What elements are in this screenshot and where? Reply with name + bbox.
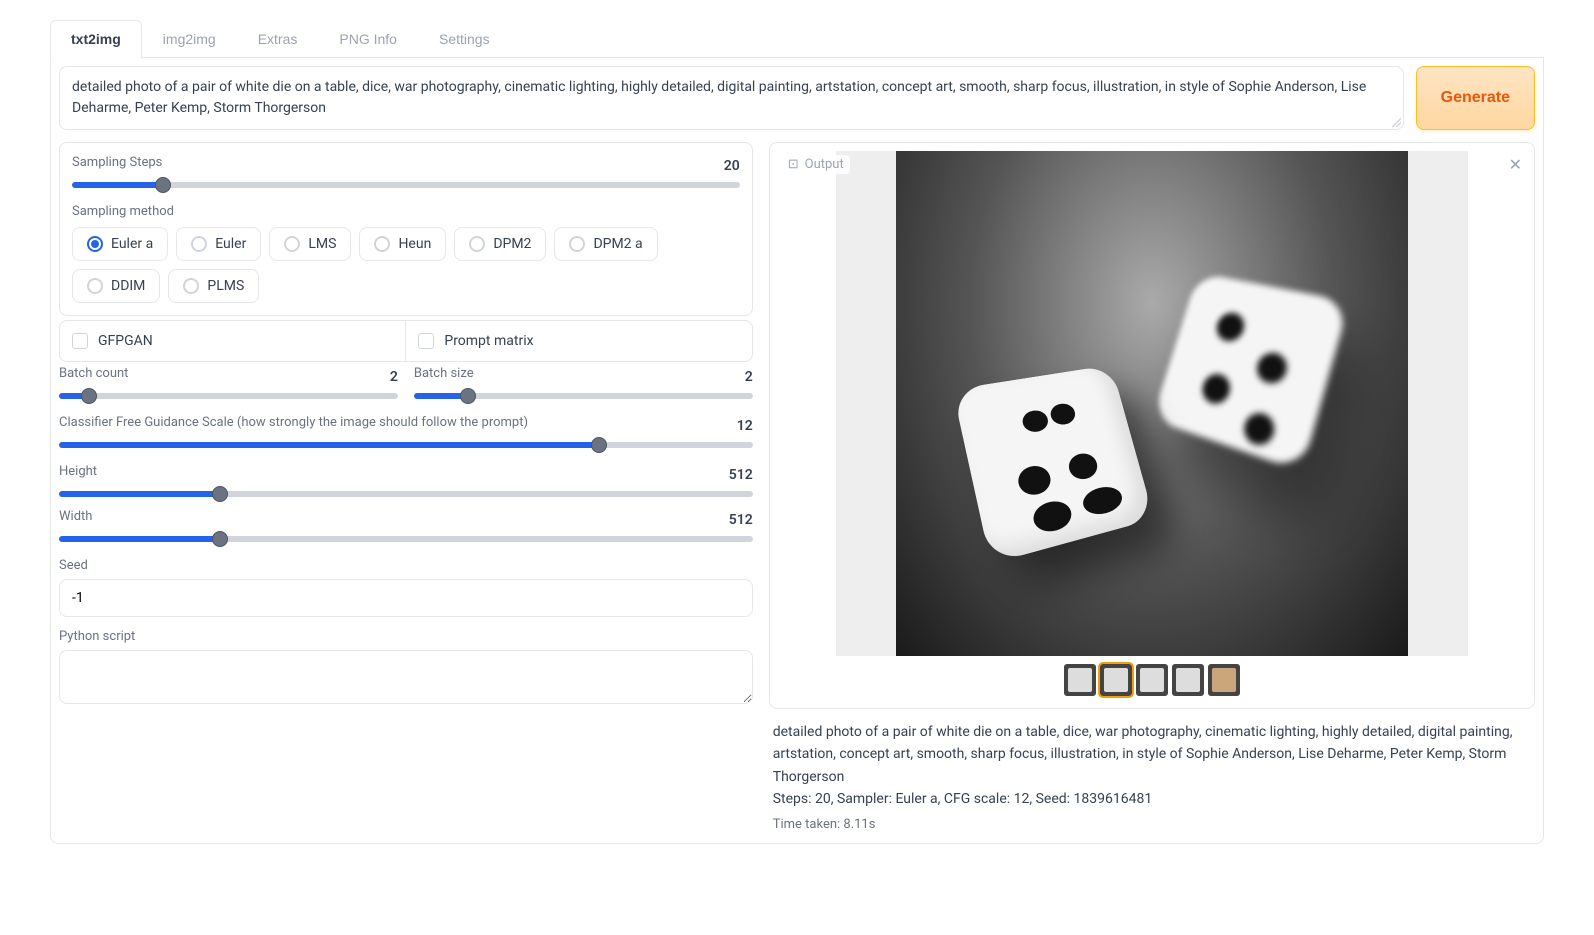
checkbox-label: Prompt matrix — [444, 333, 533, 349]
sampling-group: Sampling Steps 20 Sampling method Euler … — [59, 142, 753, 316]
radio-euler[interactable]: Euler — [176, 227, 261, 261]
main-container: detailed photo of a pair of white die on… — [50, 58, 1544, 844]
output-box: ⊡ Output ✕ — [769, 142, 1535, 709]
batch-size-value: 2 — [745, 369, 753, 385]
checkboxes-group: GFPGAN Prompt matrix — [59, 320, 753, 362]
thumbnail-4[interactable] — [1172, 664, 1204, 696]
thumbnail-2[interactable] — [1100, 664, 1132, 696]
sampling-steps-value: 20 — [724, 158, 740, 174]
radio-label: Heun — [398, 236, 431, 252]
seed-input[interactable] — [59, 579, 753, 617]
sampling-method-label: Sampling method — [72, 204, 740, 219]
height-group: Height 512 — [59, 464, 753, 501]
batch-count-label: Batch count — [59, 366, 128, 381]
radio-icon — [87, 278, 103, 294]
radio-icon — [87, 236, 103, 252]
image-icon: ⊡ — [788, 157, 799, 172]
python-script-label: Python script — [59, 629, 753, 644]
dice-icon — [952, 365, 1154, 564]
thumbnail-3[interactable] — [1136, 664, 1168, 696]
tab-bar: txt2img img2img Extras PNG Info Settings — [50, 20, 1544, 58]
radio-label: PLMS — [207, 278, 244, 294]
sampling-steps-slider[interactable] — [72, 182, 740, 188]
python-script-group: Python script — [59, 629, 753, 708]
tab-png-info[interactable]: PNG Info — [318, 20, 418, 57]
batch-count-slider[interactable] — [59, 393, 398, 399]
thumbnail-5[interactable] — [1208, 664, 1240, 696]
width-slider[interactable] — [59, 536, 753, 542]
batch-size-slider[interactable] — [414, 393, 753, 399]
radio-dpm2a[interactable]: DPM2 a — [554, 227, 657, 261]
tab-txt2img[interactable]: txt2img — [50, 20, 142, 58]
batch-row: Batch count 2 Batch size 2 — [59, 366, 753, 403]
radio-dpm2[interactable]: DPM2 — [454, 227, 546, 261]
radio-icon — [569, 236, 585, 252]
radio-label: DPM2 — [493, 236, 531, 252]
output-panel: ⊡ Output ✕ — [769, 142, 1535, 835]
width-value: 512 — [729, 512, 753, 528]
thumbnail-1[interactable] — [1064, 664, 1096, 696]
cfg-value: 12 — [737, 418, 753, 434]
tab-img2img[interactable]: img2img — [142, 20, 237, 57]
cfg-label: Classifier Free Guidance Scale (how stro… — [59, 415, 528, 430]
sampling-method-radios: Euler a Euler LMS Heun DPM2 DPM2 a DDIM … — [72, 227, 740, 303]
cfg-slider[interactable] — [59, 442, 753, 448]
checkbox-label: GFPGAN — [98, 333, 153, 349]
prompt-input[interactable]: detailed photo of a pair of white die on… — [59, 66, 1404, 130]
output-time: Time taken: 8.11s — [773, 815, 1531, 836]
radio-icon — [191, 236, 207, 252]
width-label: Width — [59, 509, 92, 524]
radio-icon — [469, 236, 485, 252]
radio-label: LMS — [308, 236, 336, 252]
width-group: Width 512 — [59, 509, 753, 546]
radio-icon — [374, 236, 390, 252]
output-params: Steps: 20, Sampler: Euler a, CFG scale: … — [773, 788, 1531, 810]
radio-heun[interactable]: Heun — [359, 227, 446, 261]
cfg-group: Classifier Free Guidance Scale (how stro… — [59, 415, 753, 452]
radio-label: Euler — [215, 236, 246, 252]
radio-icon — [284, 236, 300, 252]
output-thumbnails — [1064, 664, 1240, 700]
output-prompt-echo: detailed photo of a pair of white die on… — [773, 721, 1531, 788]
radio-label: Euler a — [111, 236, 153, 252]
radio-lms[interactable]: LMS — [269, 227, 351, 261]
output-header: ⊡ Output ✕ — [778, 151, 1526, 182]
radio-ddim[interactable]: DDIM — [72, 269, 160, 303]
output-image-area — [778, 151, 1526, 700]
dice-icon — [1152, 273, 1350, 472]
radio-euler-a[interactable]: Euler a — [72, 227, 168, 261]
output-main-image[interactable] — [896, 151, 1408, 656]
generate-button[interactable]: Generate — [1416, 66, 1535, 130]
tab-settings[interactable]: Settings — [418, 20, 511, 57]
close-icon[interactable]: ✕ — [1505, 155, 1526, 174]
radio-plms[interactable]: PLMS — [168, 269, 259, 303]
batch-count-value: 2 — [390, 369, 398, 385]
prompt-row: detailed photo of a pair of white die on… — [59, 66, 1535, 130]
height-label: Height — [59, 464, 97, 479]
radio-label: DPM2 a — [593, 236, 642, 252]
gfpgan-checkbox[interactable]: GFPGAN — [60, 321, 406, 361]
tab-extras[interactable]: Extras — [237, 20, 319, 57]
content-row: Sampling Steps 20 Sampling method Euler … — [59, 142, 1535, 835]
radio-label: DDIM — [111, 278, 145, 294]
python-script-input[interactable] — [59, 650, 753, 704]
output-header-label: Output — [805, 157, 844, 172]
seed-group: Seed — [59, 558, 753, 617]
height-slider[interactable] — [59, 491, 753, 497]
prompt-matrix-checkbox[interactable]: Prompt matrix — [406, 321, 751, 361]
checkbox-icon — [72, 333, 88, 349]
settings-panel: Sampling Steps 20 Sampling method Euler … — [59, 142, 753, 835]
output-meta: detailed photo of a pair of white die on… — [769, 721, 1535, 835]
sampling-steps-label: Sampling Steps — [72, 155, 162, 170]
radio-icon — [183, 278, 199, 294]
height-value: 512 — [729, 467, 753, 483]
checkbox-icon — [418, 333, 434, 349]
batch-size-label: Batch size — [414, 366, 474, 381]
seed-label: Seed — [59, 558, 753, 573]
